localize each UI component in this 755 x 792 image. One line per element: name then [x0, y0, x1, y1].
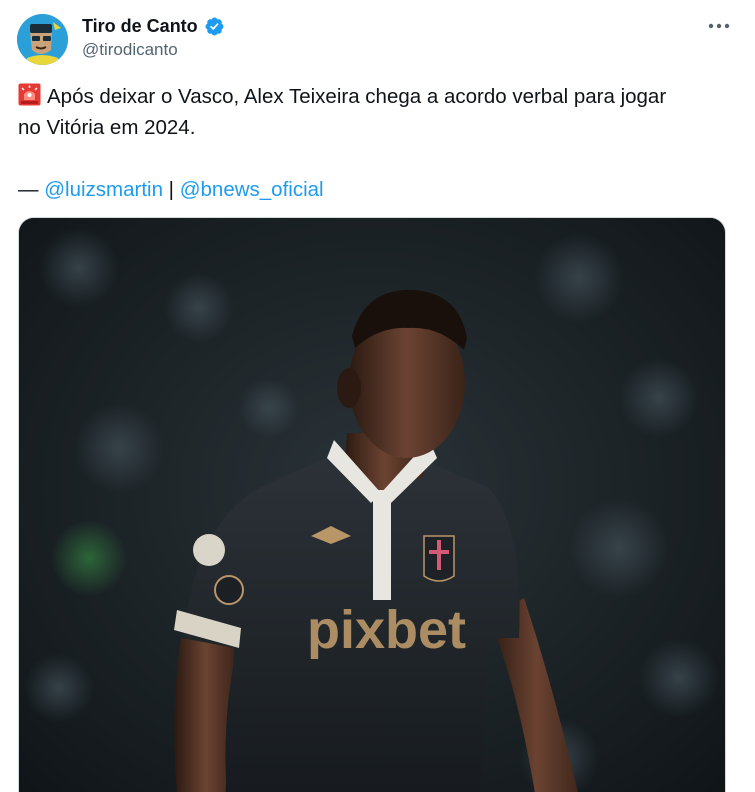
tweet-credit-line: — @luizsmartin | @bnews_oficial: [18, 174, 723, 205]
tweet-photo[interactable]: pixbet: [18, 217, 726, 792]
credit-separator: |: [162, 178, 180, 201]
rotating-light-icon: [18, 83, 41, 106]
tweet-text-1: Após deixar o Vasco, Alex Teixeira chega…: [47, 85, 667, 108]
verified-badge-icon[interactable]: [204, 16, 225, 37]
tweet-text-line-1: Após deixar o Vasco, Alex Teixeira chega…: [18, 81, 723, 112]
mention-luizsmartin[interactable]: @luizsmartin: [44, 178, 163, 201]
author-avatar[interactable]: [17, 14, 68, 65]
tweet-text: Após deixar o Vasco, Alex Teixeira chega…: [18, 81, 723, 205]
author-handle[interactable]: @tirodicanto: [82, 40, 225, 60]
more-options-icon[interactable]: [705, 16, 733, 36]
tweet-card: Tiro de Canto @tirodicanto Após deixar o…: [0, 0, 755, 792]
sponsor-text: pixbet: [307, 600, 466, 660]
mention-bnews-oficial[interactable]: @bnews_oficial: [180, 178, 324, 201]
name-row: Tiro de Canto: [82, 15, 225, 37]
author-display-name[interactable]: Tiro de Canto: [82, 16, 198, 37]
credit-prefix: —: [18, 178, 45, 201]
tweet-text-line-2: no Vitória em 2024.: [18, 116, 196, 139]
author-block: Tiro de Canto @tirodicanto: [82, 15, 225, 60]
